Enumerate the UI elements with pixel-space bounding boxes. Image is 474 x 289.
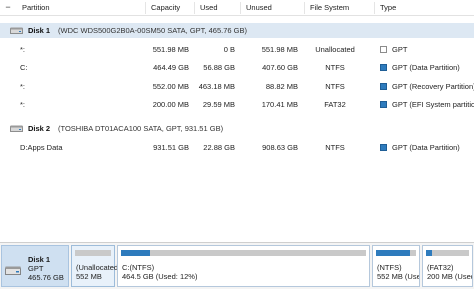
gray-square-icon <box>380 46 387 53</box>
capacity-value: 551.98 MB <box>152 45 189 54</box>
header-capacity[interactable]: Capacity <box>147 0 180 16</box>
capacity-value: 931.51 GB <box>153 143 189 152</box>
segment-sub: 464.5 GB (Used: 12%) <box>122 272 198 281</box>
unused-value: 407.60 GB <box>262 63 298 72</box>
disk-map: Disk 1 GPT 465.76 GB (Unallocated) 552 M… <box>0 242 474 289</box>
usage-fill <box>376 250 410 256</box>
partition-name: C: <box>20 63 28 72</box>
unused-value: 170.41 MB <box>261 100 298 109</box>
type-value: GPT (Recovery Partition) <box>392 82 474 91</box>
disk-detail: (TOSHIBA DT01ACA100 SATA, GPT, 931.51 GB… <box>58 124 224 133</box>
partition-name: *: <box>20 100 26 109</box>
segment-label: (FAT32) <box>427 263 454 272</box>
capacity-value: 552.00 MB <box>152 82 189 91</box>
disk-row-2[interactable]: Disk 2 (TOSHIBA DT01ACA100 SATA, GPT, 93… <box>0 121 474 136</box>
header-type[interactable]: Type <box>376 0 396 16</box>
filesystem-value: FAT32 <box>324 100 346 109</box>
filesystem-value: NTFS <box>325 63 345 72</box>
capacity-value: 464.49 GB <box>153 63 189 72</box>
segment-sub: 200 MB (Used <box>427 272 473 281</box>
disk-map-segment[interactable]: (NTFS) 552 MB (Used: <box>372 245 420 287</box>
used-value: 29.59 MB <box>202 100 235 109</box>
capacity-value: 200.00 MB <box>152 100 189 109</box>
disk-name: Disk 2 <box>28 124 51 133</box>
segment-label: (NTFS) <box>377 263 402 272</box>
header-used[interactable]: Used <box>196 0 218 16</box>
disk-name: Disk 1 <box>28 26 51 35</box>
filesystem-value: NTFS <box>325 143 345 152</box>
used-value: 463.18 MB <box>198 82 235 91</box>
hard-disk-icon <box>5 266 21 275</box>
usage-fill <box>121 250 151 256</box>
filesystem-value: NTFS <box>325 82 345 91</box>
hard-disk-icon <box>10 27 23 34</box>
disk-map-segment[interactable]: (Unallocated) 552 MB <box>71 245 121 287</box>
used-value: 56.88 GB <box>203 63 235 72</box>
disk-row-1[interactable]: Disk 1 (WDC WDS500G2B0A-00SM50 SATA, GPT… <box>0 23 474 38</box>
segment-label: C:(NTFS) <box>122 263 155 272</box>
column-divider[interactable] <box>240 2 241 14</box>
usage-fill <box>426 250 433 256</box>
partition-row[interactable]: C: 464.49 GB 56.88 GB 407.60 GB NTFS GPT… <box>0 59 474 77</box>
header-partition[interactable]: Partition <box>18 0 50 16</box>
column-divider[interactable] <box>374 2 375 14</box>
hard-disk-icon <box>10 125 23 132</box>
disk-map-segment[interactable]: (FAT32) 200 MB (Used <box>422 245 473 287</box>
segment-sub: 552 MB (Used: <box>377 272 419 281</box>
type-value: GPT (Data Partition) <box>392 63 460 72</box>
column-divider[interactable] <box>145 2 146 14</box>
unused-value: 551.98 MB <box>261 45 298 54</box>
blue-square-icon <box>380 144 387 151</box>
partition-row[interactable]: D:Apps Data 931.51 GB 22.88 GB 908.63 GB… <box>0 139 474 157</box>
usage-bar <box>75 250 111 256</box>
partition-name: D:Apps Data <box>20 143 63 152</box>
unused-value: 908.63 GB <box>262 143 298 152</box>
disk-detail: (WDC WDS500G2B0A-00SM50 SATA, GPT, 465.7… <box>58 26 247 35</box>
blue-square-icon <box>380 64 387 71</box>
disk-map-size: 465.76 GB <box>28 273 64 282</box>
partition-name: *: <box>20 45 26 54</box>
type-value: GPT (Data Partition) <box>392 143 460 152</box>
collapse-icon[interactable]: − <box>3 3 13 13</box>
column-header: − Partition Capacity Used Unused File Sy… <box>0 0 474 16</box>
column-divider[interactable] <box>304 2 305 14</box>
segment-label: (Unallocated) <box>76 263 121 272</box>
usage-bar <box>121 250 366 256</box>
partition-row[interactable]: *: 200.00 MB 29.59 MB 170.41 MB FAT32 GP… <box>0 96 474 114</box>
header-filesystem[interactable]: File System <box>306 0 349 16</box>
type-value: GPT <box>392 45 408 54</box>
blue-square-icon <box>380 83 387 90</box>
blue-square-icon <box>380 101 387 108</box>
segment-sub: 552 MB <box>76 272 102 281</box>
partition-row[interactable]: *: 552.00 MB 463.18 MB 88.82 MB NTFS GPT… <box>0 78 474 96</box>
used-value: 0 B <box>223 45 235 54</box>
partition-name: *: <box>20 82 26 91</box>
used-value: 22.88 GB <box>203 143 235 152</box>
disk-map-disk[interactable]: Disk 1 GPT 465.76 GB <box>1 245 69 287</box>
header-unused[interactable]: Unused <box>242 0 272 16</box>
disk-map-type: GPT <box>28 264 44 273</box>
column-divider[interactable] <box>194 2 195 14</box>
disk-map-segment[interactable]: C:(NTFS) 464.5 GB (Used: 12%) <box>117 245 370 287</box>
usage-bar <box>376 250 416 256</box>
filesystem-value: Unallocated <box>315 45 355 54</box>
usage-bar <box>426 250 469 256</box>
type-value: GPT (EFI System partition) <box>392 100 474 109</box>
disk-map-name: Disk 1 <box>28 255 51 264</box>
partition-row[interactable]: *: 551.98 MB 0 B 551.98 MB Unallocated G… <box>0 41 474 59</box>
unused-value: 88.82 MB <box>265 82 298 91</box>
